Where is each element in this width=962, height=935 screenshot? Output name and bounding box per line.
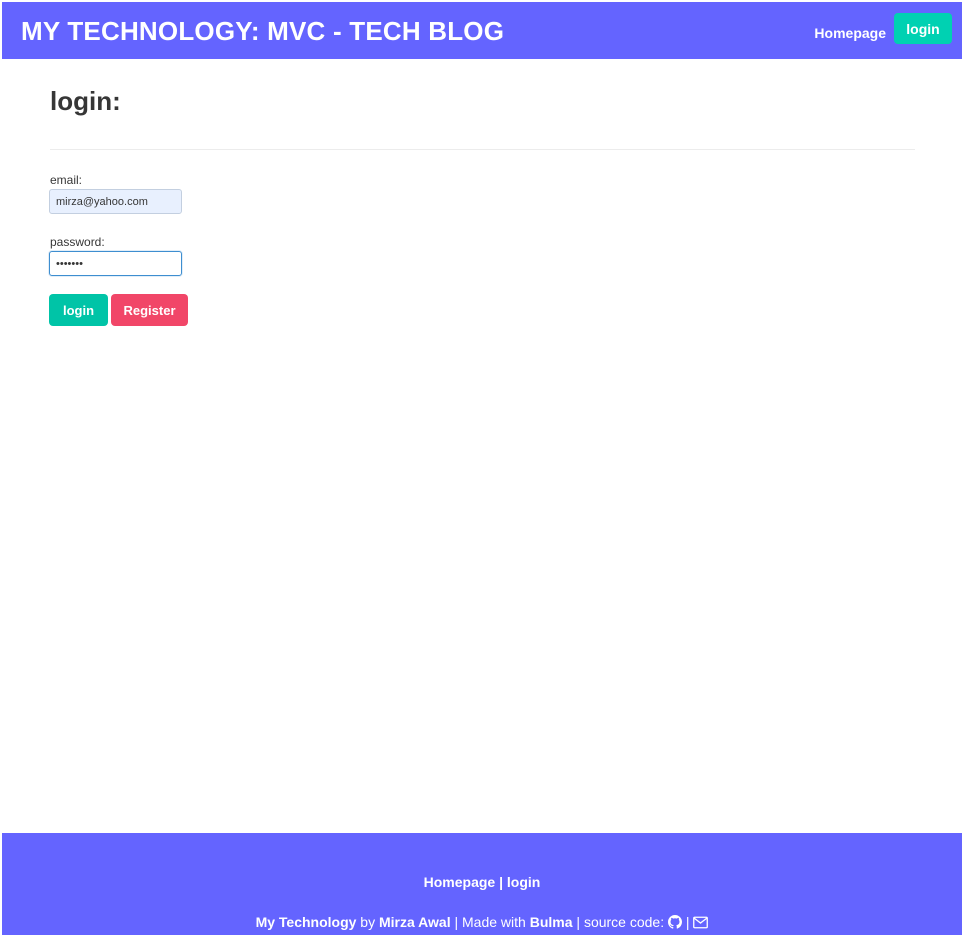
credit-framework[interactable]: Bulma (530, 914, 573, 930)
credit-source-text: source code: (583, 914, 668, 930)
password-field[interactable] (49, 251, 182, 276)
login-button[interactable]: login (49, 294, 108, 326)
email-label: email: (50, 173, 83, 187)
envelope-icon[interactable] (693, 916, 709, 932)
credit-separator-2: | (682, 914, 694, 930)
divider (50, 149, 915, 150)
credit-separator: | (572, 914, 584, 930)
brand-title[interactable]: MY TECHNOLOGY: MVC - TECH BLOG (21, 16, 504, 47)
page-title: login: (50, 86, 121, 116)
credit-author[interactable]: Mirza Awal (379, 914, 451, 930)
email-field[interactable] (49, 189, 182, 214)
footer-credit: My Technology by Mirza Awal | Made with … (2, 914, 962, 932)
footer-link-separator: | (495, 874, 507, 890)
password-label: password: (50, 235, 105, 249)
footer-homepage-link[interactable]: Homepage (424, 874, 496, 890)
register-button[interactable]: Register (111, 294, 188, 326)
credit-made-text: | Made with (450, 914, 530, 930)
footer: Homepage | login My Technology by Mirza … (2, 833, 962, 935)
credit-app-name: My Technology (255, 914, 357, 930)
credit-by-text: by (356, 914, 379, 930)
footer-links: Homepage | login (2, 874, 962, 890)
footer-login-link[interactable]: login (507, 874, 540, 890)
navbar: MY TECHNOLOGY: MVC - TECH BLOG Homepage … (2, 2, 962, 59)
nav-login-button[interactable]: login (894, 13, 952, 44)
nav-homepage-link[interactable]: Homepage (814, 25, 886, 41)
github-icon[interactable] (668, 915, 682, 932)
